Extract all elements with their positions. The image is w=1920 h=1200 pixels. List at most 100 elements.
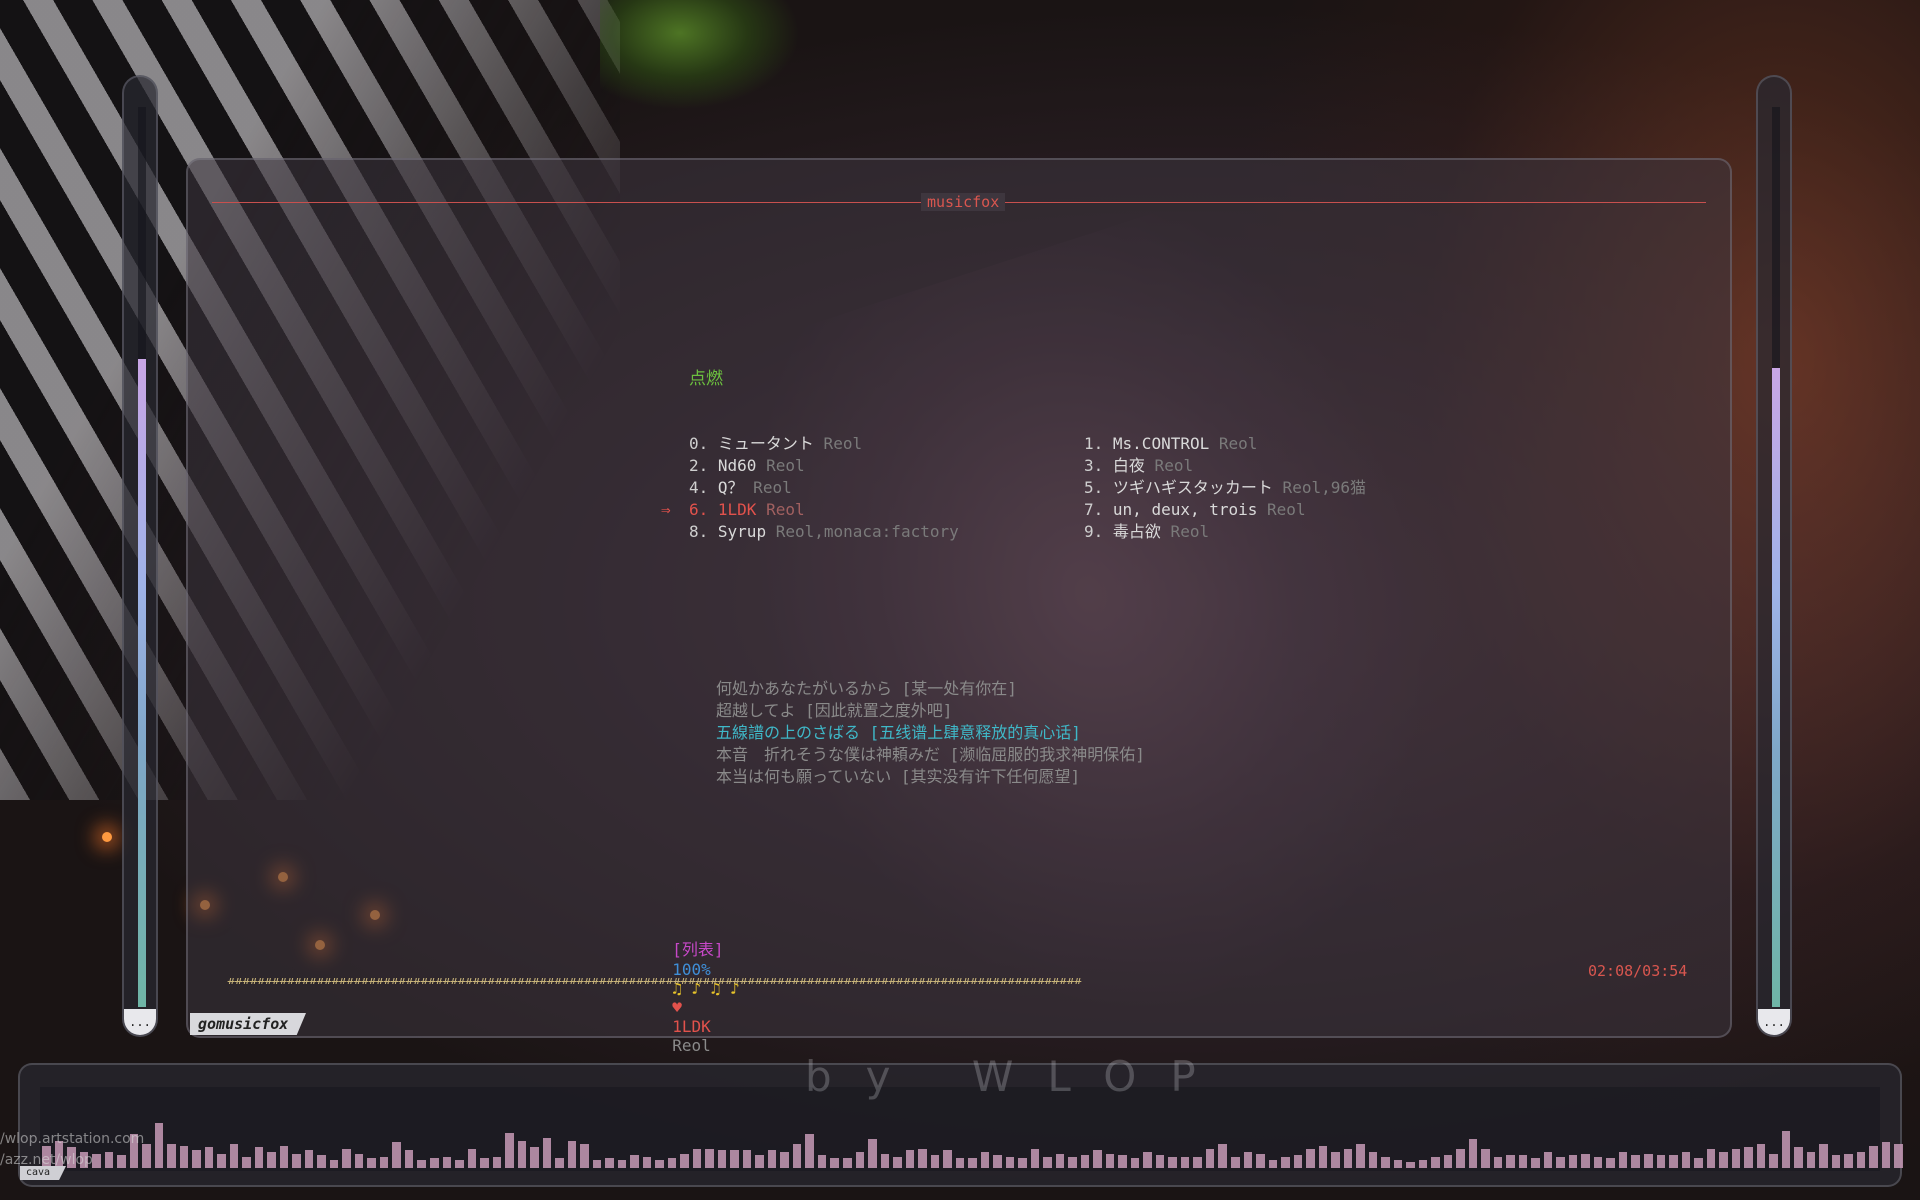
song-artist: Reol (756, 500, 805, 519)
visualizer-bar (1306, 1148, 1315, 1168)
visualizer-bar (692, 1148, 702, 1168)
visualizer-bar (1168, 1156, 1177, 1168)
visualizer-bar (392, 1142, 401, 1168)
selection-cursor-icon: ⇒ (661, 500, 671, 519)
visualizer-bar (805, 1134, 814, 1168)
song-title: 毒占欲 (1112, 522, 1161, 541)
status-bar: [列表] 100% ♫ ♪ ♫ ♪ ♥ 1LDK Reol (653, 917, 739, 1055)
visualizer-bar (855, 1152, 865, 1168)
cava-tab[interactable]: cava (20, 1166, 66, 1180)
visualizer-bar (1481, 1148, 1490, 1168)
visualizer-bar (1656, 1155, 1666, 1168)
visualizer-bar (1856, 1152, 1866, 1168)
visualizer-bar (1055, 1153, 1065, 1168)
visualizer-bar (1844, 1153, 1853, 1168)
visualizer-bar (667, 1158, 677, 1168)
song-item[interactable]: 2. Nd60 Reol (689, 455, 805, 477)
visualizer-bar (1468, 1139, 1478, 1168)
visualizer-bar (843, 1158, 852, 1168)
visualizer-bar (930, 1155, 940, 1168)
song-item[interactable]: 8. Syrup Reol,monaca:factory (689, 521, 959, 543)
visualizer-bar (429, 1158, 439, 1168)
lyric-line-current: 五線譜の上のさばる [五线谱上肆意释放的真心话] (716, 723, 1081, 742)
visualizer-bar (905, 1150, 915, 1168)
visualizer-bar (1456, 1148, 1465, 1168)
visualizer-bar (1769, 1153, 1778, 1168)
visualizer-bar (505, 1132, 514, 1168)
visualizer-bar (1381, 1156, 1390, 1168)
visualizer-bar (1043, 1156, 1052, 1168)
visualizer-bar (1431, 1156, 1440, 1168)
visualizer-bar (1756, 1144, 1766, 1168)
visualizer-bar (1130, 1158, 1140, 1168)
song-item[interactable]: 6. 1LDK Reol (689, 499, 805, 521)
visualizer-bar (1093, 1150, 1102, 1168)
song-artist: Reol (1144, 456, 1194, 475)
visualizer-bar (92, 1153, 101, 1168)
visualizer-bar (705, 1148, 714, 1168)
heart-icon[interactable]: ♥ (672, 998, 682, 1017)
visualizer-bar (655, 1160, 664, 1168)
visualizer-bar (530, 1147, 539, 1168)
visualizer-bar (1894, 1144, 1903, 1168)
visualizer-bar (767, 1150, 777, 1168)
song-title: Syrup (717, 522, 767, 541)
song-item[interactable]: 5. ツギハギスタッカート Reol,96猫 (1084, 477, 1366, 499)
visualizer-bar (292, 1153, 301, 1168)
visualizer-bar (1331, 1152, 1340, 1168)
song-item[interactable]: 9. 毒占欲 Reol (1084, 521, 1209, 543)
visualizer-bar (1869, 1145, 1878, 1168)
visualizer-bar (379, 1156, 389, 1168)
visualizer-bar (1443, 1155, 1453, 1168)
visualizer-bar (567, 1140, 577, 1168)
visualizer-bar (1806, 1152, 1816, 1168)
visualizer-bar (1506, 1155, 1515, 1168)
visualizer-bar (1568, 1155, 1578, 1168)
visualizer-bar (1518, 1155, 1528, 1168)
visualizer-bar (1744, 1147, 1753, 1168)
visualizer-bar (755, 1155, 764, 1168)
song-title: Q？ (717, 478, 744, 497)
song-item[interactable]: 4. Q？ Reol (689, 477, 792, 499)
visualizer-bar (1118, 1155, 1127, 1168)
song-item[interactable]: 3. 白夜 Reol (1084, 455, 1193, 477)
visualizer-bar (955, 1158, 965, 1168)
terminal-tab[interactable]: gomusicfox (190, 1013, 306, 1035)
right-volume-bar[interactable]: ... (1756, 75, 1792, 1037)
song-item[interactable]: 1. Ms.CONTROL Reol (1084, 433, 1257, 455)
visualizer-bar (642, 1156, 652, 1168)
visualizer-bar (342, 1148, 351, 1168)
visualizer-bar (1318, 1145, 1328, 1168)
left-bar-button[interactable]: ... (124, 1009, 156, 1035)
visualizer-bar (1105, 1153, 1115, 1168)
visualizer-bar (630, 1155, 639, 1168)
visualizer-bar (1356, 1144, 1365, 1168)
credit-line-1: /wlop.artstation.com (0, 1131, 145, 1147)
song-number: 6. (689, 500, 718, 519)
visualizer-bar (717, 1150, 727, 1168)
terminal-window[interactable] (186, 158, 1732, 1038)
song-item[interactable]: 0. ミュータント Reol (689, 433, 862, 455)
visualizer-bar (1406, 1161, 1415, 1168)
window-title: musicfox (921, 193, 1006, 211)
visualizer-bar (1243, 1152, 1253, 1168)
right-bar-button[interactable]: ... (1758, 1009, 1790, 1035)
lyric-line: 超越してよ [因此就置之度外吧] (716, 701, 953, 720)
visualizer-bar (1205, 1148, 1215, 1168)
visualizer-bar (1068, 1156, 1077, 1168)
now-playing-artist: Reol (672, 1036, 711, 1055)
visualizer-bar (980, 1152, 990, 1168)
left-volume-bar[interactable]: ... (122, 75, 158, 1037)
play-mode-badge[interactable]: [列表] (672, 940, 723, 959)
visualizer-bar (1706, 1148, 1716, 1168)
visualizer-bar (1368, 1152, 1378, 1168)
visualizer-bar (455, 1160, 464, 1168)
lyric-line: 本音 折れそうな僕は神頼みだ [濒临屈服的我求神明保佑] (716, 745, 1145, 764)
visualizer-bar (605, 1158, 614, 1168)
right-bar-level (1772, 368, 1780, 1007)
visualizer-bar (893, 1156, 902, 1168)
song-title: ミュータント (717, 434, 814, 453)
visualizer-bar (1581, 1153, 1590, 1168)
progress-bar[interactable]: ########################################… (212, 962, 1576, 984)
song-item[interactable]: 7. un, deux, trois Reol (1084, 499, 1306, 521)
